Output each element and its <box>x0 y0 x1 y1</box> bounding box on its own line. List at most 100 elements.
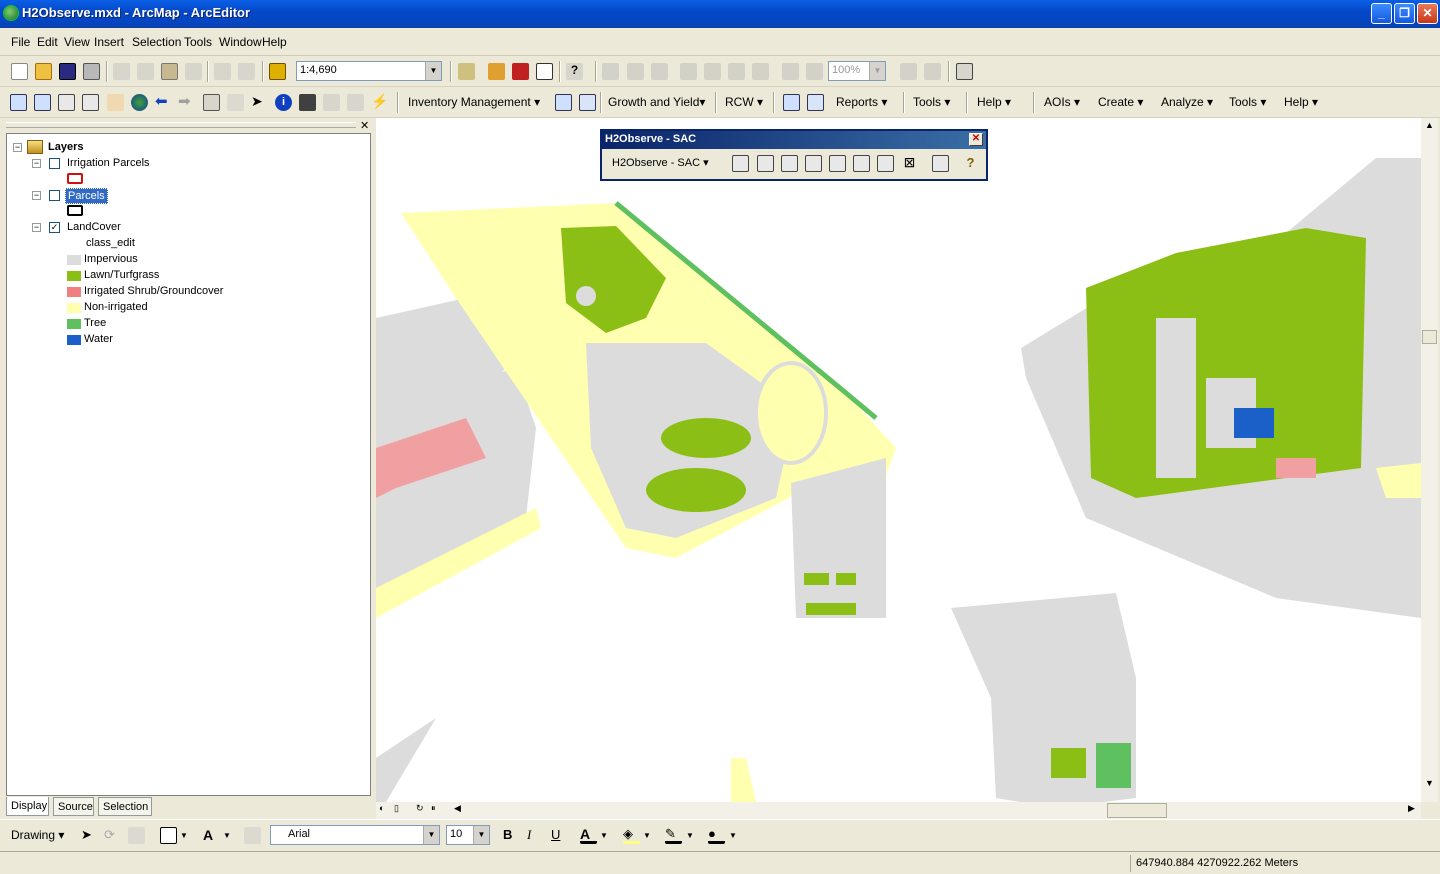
tab-selection[interactable]: Selection <box>98 797 152 816</box>
zoom-whole-page-icon[interactable] <box>680 63 697 80</box>
chevron-down-icon[interactable]: ▼ <box>686 827 703 844</box>
legend-swatch-non-irrigated[interactable] <box>67 303 81 313</box>
legend-swatch-tree[interactable] <box>67 319 81 329</box>
scroll-left-icon[interactable]: ◀ <box>454 803 466 816</box>
rectangle-tool-icon[interactable] <box>160 827 177 844</box>
layout-zoom-in-icon[interactable] <box>602 63 619 80</box>
irrigation-parcels-symbol[interactable] <box>67 173 83 184</box>
map-scale-combobox[interactable]: 1:4,690 ▼ <box>296 61 442 81</box>
search-icon[interactable] <box>783 94 800 111</box>
chevron-down-icon[interactable]: ▼ <box>600 827 617 844</box>
redo-icon[interactable] <box>238 63 255 80</box>
search-icon[interactable] <box>555 94 572 111</box>
clear-selection-icon[interactable] <box>227 94 244 111</box>
find-binoculars-icon[interactable] <box>299 94 316 111</box>
horizontal-scroll-thumb[interactable] <box>1107 803 1167 818</box>
tools-menu-2[interactable]: Tools ▾ <box>1229 95 1266 109</box>
chevron-down-icon[interactable]: ▼ <box>180 827 197 844</box>
layer-landcover[interactable]: LandCover <box>67 221 121 233</box>
toggle-draft-mode-icon[interactable] <box>900 63 917 80</box>
select-elements-arrow-icon[interactable]: ➤ <box>251 94 268 111</box>
menu-tools[interactable]: Tools <box>184 35 212 49</box>
add-data-icon[interactable] <box>269 63 286 80</box>
zoom-in-icon[interactable] <box>10 94 27 111</box>
toc-dock-handle[interactable] <box>6 122 356 128</box>
rcw-menu[interactable]: RCW ▾ <box>725 95 763 109</box>
forward-arrow-icon[interactable]: ➡ <box>178 94 195 111</box>
sac-close-icon[interactable]: ✕ <box>969 133 983 146</box>
sac-edit-attribute-icon[interactable] <box>829 155 846 172</box>
chevron-down-icon[interactable]: ▼ <box>423 826 439 844</box>
legend-swatch-impervious[interactable] <box>67 255 81 265</box>
edit-vertices-icon[interactable] <box>244 827 261 844</box>
copy-icon[interactable] <box>137 63 154 80</box>
back-arrow-icon[interactable]: ⬅ <box>155 94 172 111</box>
scroll-right-icon[interactable]: ▶ <box>1408 803 1420 816</box>
open-folder-icon[interactable] <box>35 63 52 80</box>
editor-toolbar-icon[interactable] <box>458 63 475 80</box>
layer-irrigation-parcels[interactable]: Irrigation Parcels <box>67 157 150 169</box>
chevron-down-icon[interactable]: ▼ <box>869 62 885 80</box>
font-name-combobox[interactable]: Arial ▼ <box>270 825 440 845</box>
rotate-icon[interactable]: ⟳ <box>104 827 121 844</box>
sac-calculator-icon[interactable] <box>932 155 949 172</box>
parcels-symbol[interactable] <box>67 205 83 216</box>
zoom-to-selected-elements-icon[interactable] <box>128 827 145 844</box>
menu-edit[interactable]: Edit <box>37 35 58 49</box>
undo-icon[interactable] <box>214 63 231 80</box>
sac-delete-icon[interactable]: ⊠ <box>901 155 918 172</box>
layout-zoom-out-icon[interactable] <box>627 63 644 80</box>
tab-display[interactable]: Display <box>6 797 49 816</box>
h2observe-sac-toolbar[interactable]: H2Observe - SAC ✕ H2Observe - SAC ▾ ⊠ ? <box>600 129 988 181</box>
fixed-zoom-in-icon[interactable] <box>728 63 745 80</box>
analyze-menu[interactable]: Analyze ▾ <box>1161 95 1213 109</box>
full-extent-globe-icon[interactable] <box>131 94 148 111</box>
map-horizontal-scrollbar[interactable]: ◐ ▯ ↻ ⏸ ◀ ▶ <box>376 802 1421 819</box>
select-elements-icon[interactable]: ➤ <box>81 827 98 844</box>
go-to-xy-icon[interactable] <box>323 94 340 111</box>
whats-this-help-icon[interactable]: ? <box>566 63 583 80</box>
new-document-icon[interactable] <box>11 63 28 80</box>
create-menu[interactable]: Create ▾ <box>1098 95 1143 109</box>
delete-icon[interactable] <box>185 63 202 80</box>
save-icon[interactable] <box>59 63 76 80</box>
chevron-down-icon[interactable]: ▼ <box>643 827 660 844</box>
fill-color-bucket-icon[interactable]: ◈ <box>623 827 640 844</box>
inventory-management-menu[interactable]: Inventory Management ▾ <box>408 95 540 109</box>
minimize-button[interactable]: _ <box>1371 3 1392 24</box>
zoom-100-icon[interactable] <box>704 63 721 80</box>
table-window-icon[interactable] <box>579 94 596 111</box>
marker-color-icon[interactable]: ● <box>708 827 725 844</box>
chevron-down-icon[interactable]: ▼ <box>425 62 441 80</box>
identify-icon[interactable]: i <box>275 94 292 111</box>
landcover-checkbox[interactable]: ✓ <box>49 222 60 233</box>
sac-reshape-icon[interactable] <box>877 155 894 172</box>
data-view-icon[interactable]: ◐ <box>379 803 391 816</box>
line-color-pen-icon[interactable]: ✎ <box>665 827 682 844</box>
menu-help[interactable]: Help <box>262 35 287 49</box>
arctoolbox-icon[interactable] <box>512 63 529 80</box>
collapse-landcover-icon[interactable]: − <box>32 223 41 232</box>
next-extent-icon[interactable] <box>806 63 823 80</box>
chevron-down-icon[interactable]: ▼ <box>729 827 746 844</box>
pause-drawing-icon[interactable]: ⏸ <box>431 803 443 816</box>
irrigation-parcels-checkbox[interactable] <box>49 158 60 169</box>
layout-pan-icon[interactable] <box>651 63 668 80</box>
refresh-icon[interactable]: ↻ <box>416 803 428 816</box>
growth-and-yield-menu[interactable]: Growth and Yield▾ <box>608 95 705 109</box>
sac-toolbar-title[interactable]: H2Observe - SAC <box>602 131 986 149</box>
drawing-menu[interactable]: Drawing ▾ <box>11 828 64 842</box>
legend-swatch-irrigated-shrub[interactable] <box>67 287 81 297</box>
select-features-icon[interactable] <box>203 94 220 111</box>
change-layout-icon[interactable] <box>956 63 973 80</box>
map-view[interactable] <box>376 118 1421 802</box>
scroll-down-icon[interactable]: ▼ <box>1422 778 1437 793</box>
text-tool-icon[interactable]: A <box>203 827 220 844</box>
layout-view-icon[interactable]: ▯ <box>394 803 406 816</box>
font-color-button[interactable]: A <box>580 827 597 844</box>
layer-parcels-selected[interactable]: Parcels <box>65 188 108 204</box>
restore-button[interactable]: ❐ <box>1394 3 1415 24</box>
menu-insert[interactable]: Insert <box>94 35 124 49</box>
sac-split-icon[interactable] <box>805 155 822 172</box>
command-line-icon[interactable] <box>536 63 553 80</box>
